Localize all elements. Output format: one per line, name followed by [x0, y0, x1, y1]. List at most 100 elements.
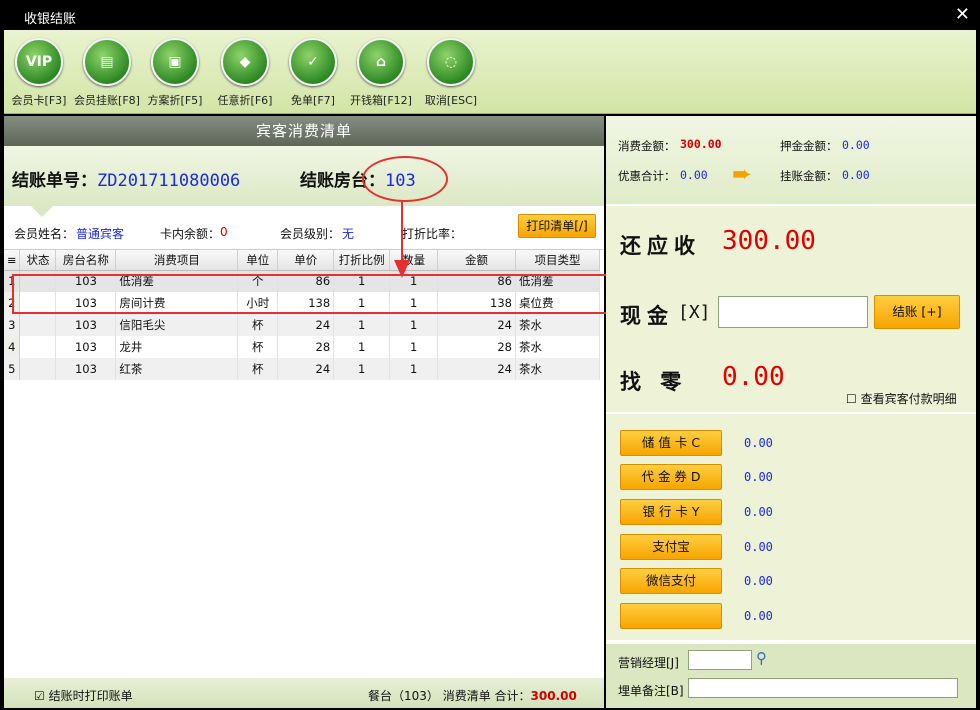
consumption-table: ≡ 状态 房台名称 消费项目 单位 单价 打折比例 数量 金额 项目类型 1 1…: [4, 250, 600, 380]
summary-prefix: 餐台（103） 消费清单 合计：: [368, 689, 531, 703]
custom-discount-icon: ◆: [221, 38, 269, 86]
deposit-amount: 0.00: [842, 138, 870, 152]
free-order-button[interactable]: ✓ 免单[F7]: [278, 38, 348, 108]
col-item[interactable]: 消费项目: [115, 250, 239, 271]
payment-methods: 储 值 卡 C 0.00 代 金 券 D 0.00 银 行 卡 Y 0.00 支…: [606, 414, 976, 640]
bank-card-button[interactable]: 银 行 卡 Y: [620, 499, 722, 525]
cell-status: [19, 314, 57, 336]
cash-label: 现金: [620, 304, 674, 328]
member-level-label: 会员级别：: [280, 227, 341, 241]
blank-method-button[interactable]: [620, 603, 722, 629]
member-ledger-icon: ▤: [83, 38, 131, 86]
cell-room: 103: [55, 358, 117, 380]
col-unit[interactable]: 单位: [237, 250, 279, 271]
cell-amount: 28: [437, 336, 516, 358]
amount-summary: 消费金额： 300.00 押金金额： 0.00 优惠合计： 0.00 ➨ 挂账金…: [606, 116, 976, 204]
cancel-button[interactable]: ◌ 取消[ESC]: [416, 38, 486, 108]
payment-detail-checkbox[interactable]: ☐ 查看宾客付款明细: [846, 390, 957, 407]
summary-total: 300.00: [530, 689, 577, 703]
card-balance-label: 卡内余额：: [160, 227, 221, 241]
cash-drawer-button[interactable]: ⌂ 开钱箱[F12]: [346, 38, 416, 108]
cell-item: 红茶: [115, 358, 239, 380]
change-label: 找 零: [620, 370, 688, 394]
table-row[interactable]: 5 103 红茶 杯 24 1 1 24 茶水: [4, 358, 600, 380]
member-info: 会员姓名： 普通宾客 卡内余额： 0 会员级别： 无 打折比率： 打印清单[/]: [4, 206, 604, 250]
toolbar-label: 取消[ESC]: [424, 94, 478, 107]
discount-plan-button[interactable]: ▣ 方案折[F5]: [140, 38, 210, 108]
row-selector-header: ≡: [4, 250, 21, 271]
table-row[interactable]: 3 103 信阳毛尖 杯 24 1 1 24 茶水: [4, 314, 600, 336]
cash-input[interactable]: [718, 296, 868, 328]
col-type[interactable]: 项目类型: [515, 250, 600, 271]
toolbar-label: 会员卡[F3]: [11, 94, 67, 107]
discount-plan-icon: ▣: [151, 38, 199, 86]
voucher-button[interactable]: 代 金 券 D: [620, 464, 722, 490]
print-on-checkout-checkbox[interactable]: ☑ 结账时打印账单: [34, 687, 133, 704]
cell-unit: 杯: [237, 336, 279, 358]
col-status[interactable]: 状态: [19, 250, 57, 271]
wechat-pay-button[interactable]: 微信支付: [620, 568, 722, 594]
highlight-circle: [362, 156, 448, 202]
alipay-button[interactable]: 支付宝: [620, 534, 722, 560]
col-room[interactable]: 房台名称: [55, 250, 117, 271]
cash-shortcut: [X]: [678, 302, 711, 323]
change-amount: 0.00: [722, 362, 785, 392]
manager-label: 营销经理[J]: [618, 656, 679, 670]
member-card-button[interactable]: VIP 会员卡[F3]: [4, 38, 74, 108]
toolbar-label: 免单[F7]: [291, 94, 335, 107]
cell-qty: 1: [389, 336, 439, 358]
print-list-button[interactable]: 打印清单[/]: [518, 214, 596, 238]
bill-panel: 宾客消费清单 结账单号：ZD201711080006 结账房台：103 会员姓名…: [4, 116, 604, 708]
note-input[interactable]: [688, 678, 958, 698]
member-level: 无: [342, 227, 355, 241]
row-number: 4: [4, 336, 21, 358]
card-balance: 0: [220, 225, 228, 239]
cell-price: 28: [277, 336, 335, 358]
search-icon[interactable]: ⚲: [756, 649, 767, 667]
payment-detail-label: 查看宾客付款明细: [860, 392, 957, 406]
table-row[interactable]: 4 103 龙井 杯 28 1 1 28 茶水: [4, 336, 600, 358]
payment-panel: 消费金额： 300.00 押金金额： 0.00 优惠合计： 0.00 ➨ 挂账金…: [606, 116, 976, 708]
close-icon[interactable]: ✕: [955, 4, 970, 25]
blank-method-amount: 0.00: [744, 609, 773, 623]
cell-type: 茶水: [515, 336, 600, 358]
bill-info: 结账单号：ZD201711080006 结账房台：103: [4, 146, 604, 217]
cell-item: 龙井: [115, 336, 239, 358]
note-label: 埋单备注[B]: [618, 684, 684, 698]
col-discount[interactable]: 打折比例: [333, 250, 391, 271]
member-ledger-button[interactable]: ▤ 会员挂账[F8]: [72, 38, 142, 108]
row-number: 3: [4, 314, 21, 336]
print-on-checkout-label: 结账时打印账单: [48, 689, 133, 703]
cell-qty: 1: [389, 314, 439, 336]
consume-label: 消费金额：: [618, 139, 676, 153]
wechat-pay-amount: 0.00: [744, 574, 773, 588]
table-header: ≡ 状态 房台名称 消费项目 单位 单价 打折比例 数量 金额 项目类型: [4, 250, 600, 271]
payment-area: 还应收 300.00 现金 [X] 结账 [+] 找 零 0.00 ☐ 查看宾客…: [606, 206, 976, 412]
cell-room: 103: [55, 314, 117, 336]
stored-card-button[interactable]: 储 值 卡 C: [620, 430, 722, 456]
bill-no-label: 结账单号：ZD201711080006: [12, 166, 240, 191]
checkout-window: 收银结账 ✕ VIP 会员卡[F3] ▤ 会员挂账[F8] ▣ 方案折[F5] …: [0, 0, 980, 710]
stored-card-amount: 0.00: [744, 436, 773, 450]
toolbar-label: 会员挂账[F8]: [74, 94, 140, 107]
cash-drawer-icon: ⌂: [357, 38, 405, 86]
alipay-amount: 0.00: [744, 540, 773, 554]
col-price[interactable]: 单价: [277, 250, 335, 271]
cell-type: 茶水: [515, 314, 600, 336]
col-amount[interactable]: 金额: [437, 250, 516, 271]
cancel-icon: ◌: [427, 38, 475, 86]
cell-amount: 24: [437, 358, 516, 380]
cell-status: [19, 358, 57, 380]
custom-discount-button[interactable]: ◆ 任意折[F6]: [210, 38, 280, 108]
toolbar-label: 开钱箱[F12]: [350, 94, 412, 107]
settle-button[interactable]: 结账 [+]: [874, 295, 960, 329]
discount-total: 0.00: [680, 168, 708, 182]
manager-input[interactable]: [688, 650, 752, 670]
member-name: 普通宾客: [76, 227, 125, 241]
cell-room: 103: [55, 336, 117, 358]
bill-footer: ☑ 结账时打印账单 餐台（103） 消费清单 合计：300.00: [4, 678, 604, 708]
vip-icon: VIP: [15, 38, 63, 86]
bill-no-label-text: 结账单号：: [12, 171, 97, 191]
bank-card-amount: 0.00: [744, 505, 773, 519]
due-amount: 300.00: [722, 226, 816, 256]
